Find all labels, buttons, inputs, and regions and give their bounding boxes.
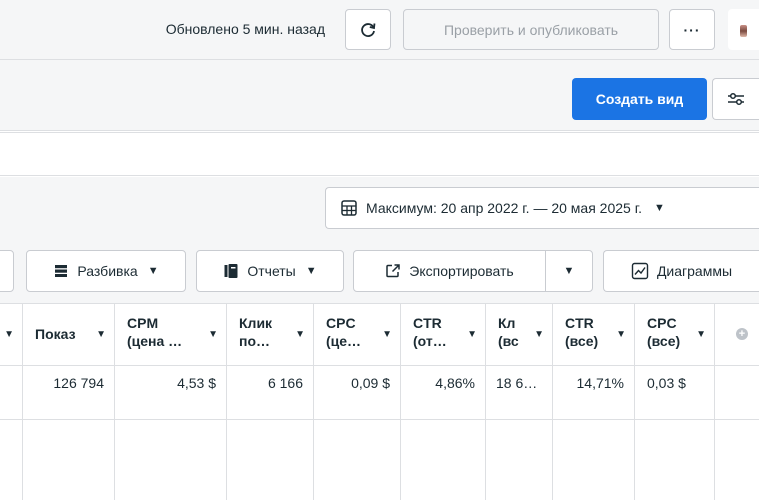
- table-cell: 6 166: [227, 366, 314, 500]
- sort-caret-icon[interactable]: ▼: [696, 329, 706, 340]
- chevron-down-icon: ▼: [563, 265, 575, 277]
- add-column-header[interactable]: +: [715, 304, 759, 366]
- chevron-down-icon: ▼: [654, 202, 665, 214]
- table-cell: 18 6…: [486, 366, 553, 500]
- columns-button[interactable]: [0, 250, 14, 292]
- table-cell: 0,09 $: [314, 366, 401, 500]
- charts-button[interactable]: Диаграммы: [603, 250, 759, 292]
- more-options-button[interactable]: ···: [669, 9, 715, 50]
- export-options-button[interactable]: ▼: [545, 250, 593, 292]
- column-header[interactable]: Показ ▼: [23, 304, 115, 366]
- data-table: ▼ Показ ▼ CPM (цена … ▼ Клик по… ▼ CPC (це……: [0, 303, 759, 500]
- table-cell: 4,86%: [401, 366, 486, 500]
- sort-caret-icon[interactable]: ▼: [208, 329, 218, 340]
- create-view-button[interactable]: Создать вид: [572, 78, 707, 120]
- calendar-icon: [341, 200, 357, 216]
- avatar[interactable]: [728, 9, 759, 50]
- column-header[interactable]: CTR (все) ▼: [553, 304, 635, 366]
- reports-button[interactable]: Отчеты ▼: [196, 250, 344, 292]
- search-input[interactable]: [0, 132, 759, 176]
- column-header[interactable]: Клик по… ▼: [227, 304, 314, 366]
- column-header[interactable]: Кл (вс ▼: [486, 304, 553, 366]
- sort-caret-icon[interactable]: ▼: [4, 329, 14, 340]
- sort-caret-icon[interactable]: ▼: [616, 329, 626, 340]
- reports-label: Отчеты: [247, 263, 296, 279]
- sort-caret-icon[interactable]: ▼: [295, 329, 305, 340]
- sliders-icon: [728, 92, 744, 106]
- table-cell: 4,53 $: [115, 366, 227, 500]
- sort-caret-icon[interactable]: ▼: [534, 329, 544, 340]
- sort-caret-icon[interactable]: ▼: [467, 329, 477, 340]
- date-range-label: Максимум: 20 апр 2022 г. — 20 мая 2025 г…: [366, 200, 643, 216]
- date-range-picker[interactable]: Максимум: 20 апр 2022 г. — 20 мая 2025 г…: [325, 187, 759, 229]
- row-divider: [0, 419, 759, 420]
- export-button[interactable]: Экспортировать: [353, 250, 546, 292]
- filter-settings-button[interactable]: [712, 78, 759, 120]
- export-label: Экспортировать: [409, 263, 514, 279]
- updated-status: Обновлено 5 мин. назад: [165, 21, 325, 37]
- chart-icon: [631, 262, 649, 280]
- table-cell: 126 794: [23, 366, 115, 500]
- column-header[interactable]: CTR (от… ▼: [401, 304, 486, 366]
- column-header[interactable]: ▼: [0, 304, 23, 366]
- chevron-down-icon: ▼: [305, 265, 317, 277]
- column-header[interactable]: CPC (все) ▼: [635, 304, 715, 366]
- column-header[interactable]: CPM (цена … ▼: [115, 304, 227, 366]
- refresh-button[interactable]: [345, 9, 391, 50]
- breakdown-button[interactable]: Разбивка ▼: [26, 250, 186, 292]
- review-publish-button[interactable]: Проверить и опубликовать: [403, 9, 659, 50]
- column-header[interactable]: CPC (це… ▼: [314, 304, 401, 366]
- table-cell: 14,71%: [553, 366, 635, 500]
- export-icon: [385, 263, 401, 279]
- sort-caret-icon[interactable]: ▼: [382, 329, 392, 340]
- plus-icon: +: [736, 328, 748, 340]
- table-cell: 0,03 $: [635, 366, 715, 500]
- breakdown-icon: [53, 263, 69, 279]
- table-cell: [0, 366, 23, 500]
- chevron-down-icon: ▼: [147, 265, 159, 277]
- table-cell: [715, 366, 759, 500]
- sort-caret-icon[interactable]: ▼: [96, 329, 106, 340]
- reports-icon: [223, 263, 239, 279]
- breakdown-label: Разбивка: [77, 263, 138, 279]
- charts-label: Диаграммы: [656, 263, 733, 279]
- refresh-icon: [361, 22, 376, 37]
